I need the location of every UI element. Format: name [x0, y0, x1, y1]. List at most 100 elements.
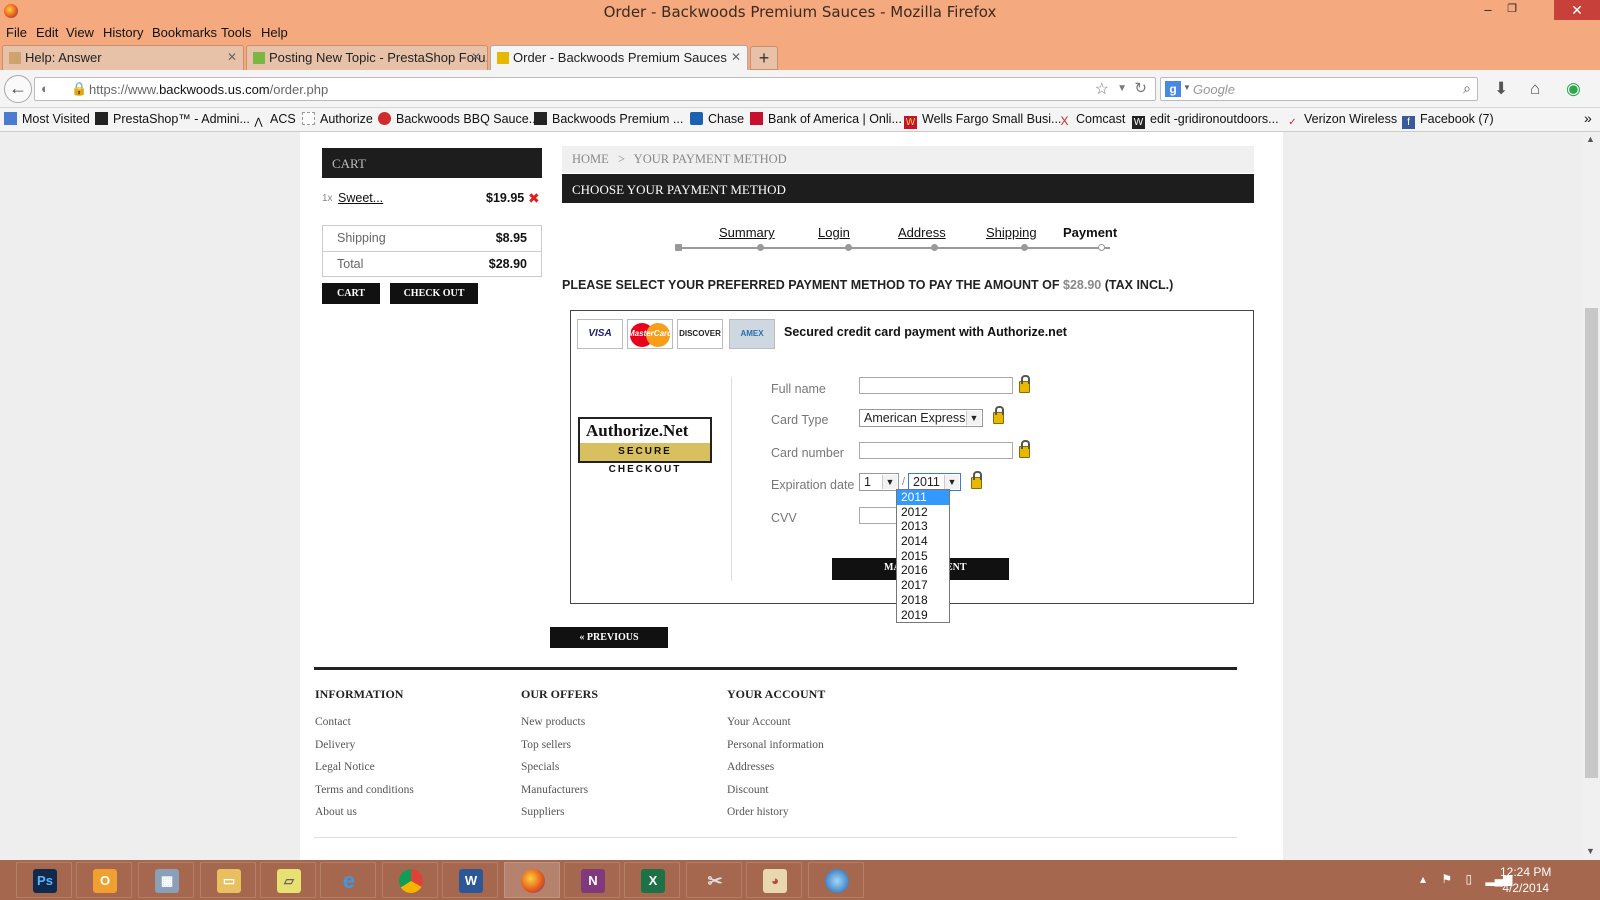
cart-item-name[interactable]: Sweet... [338, 191, 383, 205]
taskbar-photoshop[interactable]: Ps [16, 862, 72, 898]
url-dropdown-icon[interactable]: ▼ [1117, 83, 1127, 94]
reload-icon[interactable]: ↻ [1134, 79, 1147, 97]
menu-view[interactable]: View [66, 25, 94, 40]
close-window-button[interactable]: ✕ [1554, 0, 1600, 20]
footer-link-addresses[interactable]: Addresses [727, 761, 774, 773]
year-option[interactable]: 2014 [897, 534, 949, 549]
menu-bookmarks[interactable]: Bookmarks [152, 25, 217, 40]
footer-link-manufacturers[interactable]: Manufacturers [521, 784, 588, 796]
year-option[interactable]: 2016 [897, 563, 949, 578]
search-engine-dropdown-icon[interactable]: ▼ [1183, 83, 1191, 92]
previous-button[interactable]: « PREVIOUS [550, 627, 668, 648]
search-bar[interactable]: g ▼ Google ⌕ [1160, 77, 1478, 101]
taskbar-calculator[interactable]: ▦ [138, 862, 194, 898]
menu-edit[interactable]: Edit [36, 25, 58, 40]
footer-link-personal-info[interactable]: Personal information [727, 739, 824, 751]
taskbar-firefox[interactable] [504, 862, 560, 898]
bookmark-comcast[interactable]: X Comcast [1058, 112, 1125, 128]
cart-button[interactable]: CART [322, 283, 380, 304]
addon-icon[interactable]: ◉ [1566, 79, 1581, 99]
tab-prestashop-forum[interactable]: Posting New Topic - PrestaShop Foru... ✕ [246, 45, 488, 70]
bookmark-gridiron[interactable]: Wedit -gridironoutdoors... [1132, 112, 1279, 129]
search-icon[interactable]: ⌕ [1463, 80, 1471, 97]
full-name-input[interactable] [859, 377, 1013, 394]
footer-link-order-history[interactable]: Order history [727, 806, 789, 818]
step-shipping[interactable]: Shipping [986, 225, 1037, 240]
year-option[interactable]: 2018 [897, 593, 949, 608]
tab-close-icon[interactable]: ✕ [471, 50, 481, 64]
url-bar[interactable]: ◐ 🔒 https://www.backwoods.us.com/order.p… [34, 77, 1156, 101]
google-icon[interactable]: g [1165, 81, 1181, 97]
card-type-select[interactable]: American Express ▼ [859, 409, 983, 427]
footer-link-delivery[interactable]: Delivery [315, 739, 355, 751]
footer-link-contact[interactable]: Contact [315, 716, 351, 728]
identity-icon[interactable]: ◐ [41, 81, 49, 96]
bookmark-wells-fargo[interactable]: W Wells Fargo Small Busi... [904, 112, 1061, 129]
expiration-month-select[interactable]: 1 ▼ [859, 473, 899, 491]
home-icon[interactable]: ⌂ [1530, 79, 1540, 99]
bookmark-star-icon[interactable]: ☆ [1095, 79, 1109, 99]
search-input[interactable]: Google [1193, 82, 1235, 97]
taskbar-internet-explorer[interactable]: e [320, 862, 376, 898]
url-text[interactable]: https://www.backwoods.us.com/order.php [89, 82, 328, 97]
step-address[interactable]: Address [898, 225, 946, 240]
bookmark-bank-of-america[interactable]: Bank of America | Onli... [750, 112, 902, 126]
footer-link-your-account[interactable]: Your Account [727, 716, 791, 728]
footer-link-top-sellers[interactable]: Top sellers [521, 739, 571, 751]
maximize-button[interactable]: ❐ [1502, 2, 1522, 20]
download-icon[interactable]: ⬇ [1494, 79, 1508, 99]
new-tab-button[interactable]: + [750, 46, 778, 70]
bookmark-backwoods-bbq[interactable]: Backwoods BBQ Sauce... [378, 112, 539, 126]
remove-item-icon[interactable]: ✖ [528, 190, 540, 207]
taskbar-paint[interactable]: ◕ [746, 862, 802, 898]
menu-file[interactable]: File [6, 25, 27, 40]
year-option[interactable]: 2019 [897, 608, 949, 623]
bookmark-most-visited[interactable]: Most Visited [4, 112, 90, 126]
bookmarks-overflow-icon[interactable]: » [1584, 110, 1592, 126]
year-option[interactable]: 2013 [897, 519, 949, 534]
year-option[interactable]: 2011 [897, 490, 949, 505]
tray-expand-icon[interactable]: ▴ [1420, 872, 1426, 886]
minimize-button[interactable]: – [1478, 2, 1498, 20]
expiration-year-dropdown[interactable]: 2011 2012 2013 2014 2015 2016 2017 2018 … [896, 489, 950, 623]
bookmark-prestashop[interactable]: PrestaShop™ - Admini... [95, 112, 250, 126]
footer-link-specials[interactable]: Specials [521, 761, 559, 773]
bookmark-acs[interactable]: ⋀ ACS [252, 112, 295, 129]
step-summary[interactable]: Summary [719, 225, 775, 240]
bookmark-backwoods-premium[interactable]: Backwoods Premium ... [534, 112, 683, 126]
cvv-input[interactable] [859, 507, 901, 524]
tab-order-backwoods[interactable]: Order - Backwoods Premium Sauces ✕ [490, 45, 748, 70]
tab-close-icon[interactable]: ✕ [227, 50, 237, 64]
bookmark-verizon[interactable]: ✓ Verizon Wireless [1286, 112, 1397, 129]
taskbar-sticky-notes[interactable]: ▱ [260, 862, 316, 898]
checkout-button[interactable]: CHECK OUT [390, 283, 478, 304]
step-login[interactable]: Login [818, 225, 850, 240]
bookmark-facebook[interactable]: f Facebook (7) [1402, 112, 1494, 129]
year-option[interactable]: 2015 [897, 549, 949, 564]
flag-icon[interactable]: ⚑ [1441, 872, 1452, 886]
scroll-up-icon[interactable]: ▲ [1586, 134, 1595, 144]
footer-link-new-products[interactable]: New products [521, 716, 585, 728]
menu-help[interactable]: Help [261, 25, 288, 40]
system-clock[interactable]: 12:24 PM 4/2/2014 [1500, 864, 1551, 896]
footer-link-legal-notice[interactable]: Legal Notice [315, 761, 375, 773]
scroll-thumb[interactable] [1585, 308, 1598, 778]
taskbar-file-explorer[interactable]: ▭ [200, 862, 256, 898]
footer-link-terms[interactable]: Terms and conditions [315, 784, 414, 796]
tab-close-icon[interactable]: ✕ [731, 50, 741, 64]
scroll-down-icon[interactable]: ▼ [1586, 846, 1595, 856]
taskbar-chrome[interactable] [382, 862, 438, 898]
page-scrollbar[interactable]: ▲ ▼ [1583, 132, 1600, 860]
menu-tools[interactable]: Tools [221, 25, 251, 40]
footer-link-about-us[interactable]: About us [315, 806, 357, 818]
taskbar-snipping-tool[interactable]: ✂ [686, 862, 742, 898]
taskbar-word[interactable]: W [442, 862, 498, 898]
bookmark-authorize[interactable]: Authorize [302, 112, 373, 126]
footer-link-discount[interactable]: Discount [727, 784, 769, 796]
taskbar-outlook[interactable]: O [76, 862, 132, 898]
footer-link-suppliers[interactable]: Suppliers [521, 806, 564, 818]
taskbar-media[interactable] [808, 862, 864, 898]
back-button[interactable]: ← [4, 75, 32, 103]
year-option[interactable]: 2012 [897, 505, 949, 520]
year-option[interactable]: 2017 [897, 578, 949, 593]
